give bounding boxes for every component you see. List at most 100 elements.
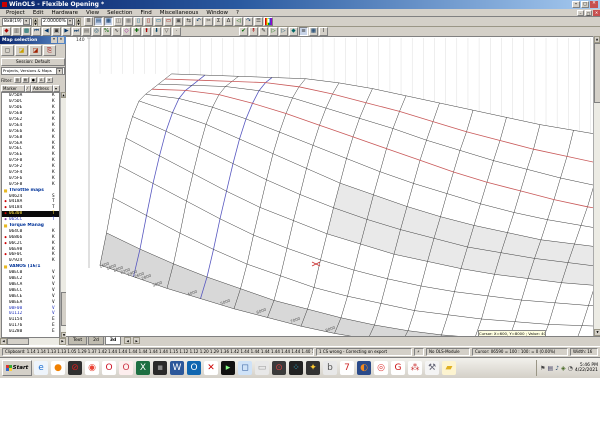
upload-icon[interactable]: ↟: [249, 27, 258, 36]
map-list-row[interactable]: 01176 E: [2, 323, 59, 329]
terminal-icon[interactable]: ▸: [221, 361, 235, 375]
map-list-row[interactable]: 075F4 K: [2, 170, 59, 176]
map-list-row[interactable]: 00ECE V: [2, 293, 59, 299]
menu-item-?[interactable]: ?: [232, 10, 243, 16]
chrome-icon[interactable]: ◉: [85, 361, 99, 375]
map-list-row[interactable]: ● 06308 T: [2, 210, 59, 217]
original-icon[interactable]: ▣: [174, 17, 183, 26]
tab-3d[interactable]: 3d: [104, 337, 122, 345]
scroll-left-icon[interactable]: ◀: [0, 338, 7, 345]
map-list-row[interactable]: 075E6 K: [2, 128, 59, 134]
search-icon[interactable]: ◎: [92, 27, 101, 36]
child-restore-button[interactable]: ▢: [585, 9, 592, 16]
new-button[interactable]: ▢: [1, 45, 14, 56]
filter-all-button[interactable]: ▥: [13, 77, 21, 83]
project-icon[interactable]: ◆: [2, 27, 11, 36]
maplist-icon[interactable]: ▤: [82, 27, 91, 36]
tray-flag-icon[interactable]: ⚑: [540, 365, 545, 372]
tab-scroll-left-icon[interactable]: ◀: [124, 337, 132, 344]
map-list-horizontal-scrollbar[interactable]: ◀ ▶: [0, 338, 66, 345]
start-button[interactable]: Start: [2, 360, 32, 376]
column-sort-arrow[interactable]: ▾: [53, 85, 60, 92]
flame-icon[interactable]: 7: [340, 361, 354, 375]
grid-icon[interactable]: ▦: [124, 17, 133, 26]
dots-app-icon[interactable]: ⁘: [289, 361, 303, 375]
filter-maps-button[interactable]: ▤: [21, 77, 29, 83]
map-list-row[interactable]: 01112 V: [2, 311, 59, 317]
tray-volume-icon[interactable]: ♪: [555, 365, 559, 372]
map-list-row[interactable]: 00EC2 V: [2, 276, 59, 282]
chevron-down-icon[interactable]: ▾: [56, 68, 63, 74]
color-scale-icon[interactable]: ▮: [264, 17, 273, 26]
map-list-row[interactable]: 01280 E: [2, 329, 59, 335]
map-list-row[interactable]: 00EEA V: [2, 299, 59, 305]
map-3d-surface[interactable]: 1401600180020002200240026002800300040005…: [66, 36, 593, 336]
plus-icon[interactable]: ✚: [132, 27, 141, 36]
map-list-row[interactable]: 075EA K: [2, 140, 59, 146]
gforce-icon[interactable]: G: [391, 361, 405, 375]
maximize-button[interactable]: ▢: [581, 1, 589, 8]
column-marker[interactable]: Marker: [1, 85, 25, 92]
menu-item-selection[interactable]: Selection: [103, 10, 136, 16]
explorer-icon[interactable]: ◻: [238, 361, 252, 375]
scope-dropdown[interactable]: Projects, Versions & Maps ▾: [1, 67, 65, 75]
menu-item-miscellaneous[interactable]: Miscellaneous: [156, 10, 203, 16]
firefox-icon[interactable]: ◐: [357, 361, 371, 375]
map-list-row[interactable]: 07924 K: [2, 258, 59, 264]
word-icon[interactable]: W: [170, 361, 184, 375]
col-delete-icon[interactable]: ▯: [144, 17, 153, 26]
map-list-row[interactable]: 075E8 K: [2, 134, 59, 140]
export-icon[interactable]: ⬇: [152, 27, 161, 36]
combo-arrow-icon[interactable]: ▾: [22, 18, 30, 25]
zoom-combo[interactable]: 2.00000% ▾: [41, 17, 75, 26]
map-list-row[interactable]: 00F00 V: [2, 305, 59, 311]
scroll-thumb[interactable]: [7, 338, 29, 345]
opera2-icon[interactable]: O: [119, 361, 133, 375]
zoom-spinner[interactable]: ▲ ▼: [76, 17, 81, 27]
map-folder-row[interactable]: ■ Throttle maps: [2, 187, 59, 193]
export-page-button[interactable]: ⎘: [43, 45, 56, 56]
map-list-row[interactable]: ● 06866 K: [2, 234, 59, 240]
scroll-right-icon[interactable]: ▶: [59, 338, 66, 345]
table-icon[interactable]: ▦: [309, 27, 318, 36]
session-button[interactable]: Session: Default: [1, 58, 65, 66]
rows-icon[interactable]: ≡: [299, 27, 308, 36]
open-button[interactable]: ◪: [15, 45, 28, 56]
delta-icon[interactable]: Δ: [224, 17, 233, 26]
combo-arrow-icon[interactable]: ▾: [66, 18, 73, 25]
wave-icon[interactable]: ∿: [112, 27, 121, 36]
map-list-row[interactable]: 075E2 K: [2, 117, 59, 123]
child-close-button[interactable]: ✕: [593, 9, 600, 16]
percent-icon[interactable]: %: [102, 27, 111, 36]
tray-clockapp-icon[interactable]: ◔: [568, 365, 573, 372]
tri-icon[interactable]: ▽: [162, 27, 171, 36]
scroll-thumb[interactable]: [594, 43, 600, 103]
filter-clear-button[interactable]: ✕: [45, 77, 53, 83]
media-icon[interactable]: ●: [51, 361, 65, 375]
map-list-row[interactable]: 075EE K: [2, 152, 59, 158]
map-list-row[interactable]: 06E98 K: [2, 246, 59, 252]
list-icon[interactable]: ☰: [254, 17, 263, 26]
pale-app-icon[interactable]: ▭: [255, 361, 269, 375]
cut-icon[interactable]: ✂: [204, 17, 213, 26]
outlook-icon[interactable]: O: [187, 361, 201, 375]
map-list-row[interactable]: 075DC K: [2, 99, 59, 105]
bing-icon[interactable]: b: [323, 361, 337, 375]
menu-item-edit[interactable]: Edit: [29, 10, 48, 16]
child-minimize-button[interactable]: –: [577, 9, 584, 16]
dot-icon[interactable]: ·: [172, 27, 181, 36]
marker-icon[interactable]: ◇: [122, 27, 131, 36]
minimize-button[interactable]: –: [572, 1, 580, 8]
record-icon[interactable]: ◎: [374, 361, 388, 375]
row-insert-icon[interactable]: ▭: [154, 17, 163, 26]
menu-item-hardware[interactable]: Hardware: [47, 10, 82, 16]
star-app-icon[interactable]: ✦: [306, 361, 320, 375]
checksum-icon[interactable]: ▩: [22, 27, 31, 36]
menu-item-view[interactable]: View: [82, 10, 103, 16]
excel-icon[interactable]: X: [136, 361, 150, 375]
map-list-row[interactable]: 00EC0 V: [2, 270, 59, 276]
map-list-row[interactable]: ● 06F0C K: [2, 252, 59, 258]
map-list-row[interactable]: 075F8 K: [2, 181, 59, 187]
tray-net-icon[interactable]: ▤: [548, 365, 554, 372]
panel-close-button[interactable]: ✕: [58, 37, 64, 43]
